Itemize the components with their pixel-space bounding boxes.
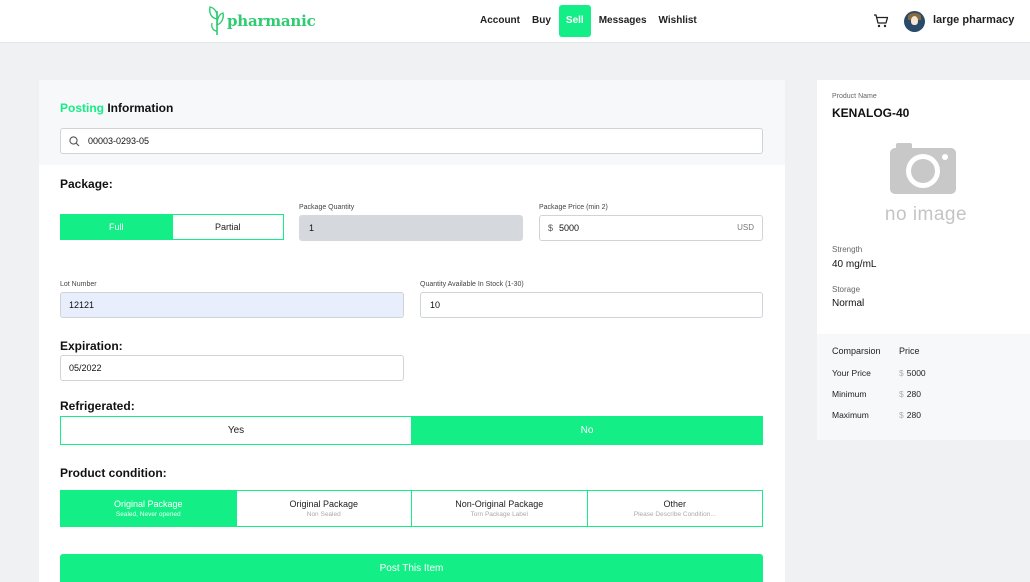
product-search[interactable] [60, 128, 763, 154]
package-type-toggle: Full Partial [60, 214, 284, 240]
expiration-title: Expiration: [60, 339, 123, 353]
refrigerated-toggle: Yes No [60, 416, 763, 445]
stock-quantity-field[interactable] [420, 292, 763, 318]
package-price-field[interactable]: $ USD [539, 215, 763, 241]
condition-title: Product condition: [60, 466, 167, 480]
row-label: Your Price [832, 368, 871, 378]
comparison-header: Comparsion [832, 346, 881, 356]
expiration-field[interactable] [60, 355, 404, 381]
row-label: Maximum [832, 410, 869, 420]
condition-option[interactable]: Non-Original Package Torn Package Label [411, 491, 587, 526]
nav-messages[interactable]: Messages [593, 5, 653, 37]
nav-account[interactable]: Account [474, 5, 526, 37]
product-info: Product Name KENALOG-40 no image Strengt… [817, 80, 1030, 334]
price-suffix: USD [737, 223, 754, 232]
package-partial-option[interactable]: Partial [171, 215, 283, 239]
strength-value: 40 mg/mL [832, 259, 877, 270]
logo[interactable]: pharmanic [208, 5, 316, 37]
price-prefix: $ [548, 223, 554, 233]
storage-label: Storage [832, 285, 861, 294]
price-comparison: Comparsion Price Your Price $5000 Minimu… [817, 334, 1030, 440]
lot-number-input[interactable] [69, 293, 389, 317]
refrigerated-title: Refrigerated: [60, 399, 135, 413]
expiration-input[interactable] [69, 356, 389, 380]
strength-label: Strength [832, 245, 863, 254]
posting-title: Posting Information [60, 101, 174, 115]
package-price-input[interactable] [559, 216, 709, 240]
username[interactable]: large pharmacy [933, 14, 1014, 26]
package-quantity-label: Package Quantity [299, 204, 355, 211]
search-icon [69, 136, 80, 147]
condition-option[interactable]: Other Please Describe Condition... [586, 491, 762, 526]
row-label: Minimum [832, 389, 867, 399]
avatar[interactable] [904, 11, 925, 32]
search-input[interactable] [88, 129, 748, 153]
stock-quantity-label: Quantity Available In Stock (1-30) [420, 281, 524, 288]
no-image-text: no image [884, 204, 968, 225]
nav-wishlist[interactable]: Wishlist [653, 5, 703, 37]
package-quantity-input[interactable] [309, 216, 509, 240]
post-item-button[interactable]: Post This Item [60, 554, 763, 582]
condition-option[interactable]: Original Package Sealed, Never opened [61, 491, 236, 526]
package-price-label: Package Price (min 2) [539, 204, 608, 211]
row-value: $280 [899, 410, 921, 420]
main-nav: Account Buy Sell Messages Wishlist [474, 5, 703, 37]
nav-sell[interactable]: Sell [558, 5, 591, 37]
lot-number-label: Lot Number [60, 281, 97, 288]
lot-number-field[interactable] [60, 292, 404, 318]
posting-form-card: Posting Information Package: Full Partia… [39, 80, 785, 582]
row-value: $280 [899, 389, 921, 399]
refrigerated-yes-option[interactable]: Yes [61, 417, 411, 444]
package-title: Package: [60, 177, 113, 191]
condition-options: Original Package Sealed, Never opened Or… [60, 490, 763, 527]
package-quantity-field[interactable] [299, 215, 523, 241]
price-header: Price [899, 346, 920, 356]
nav-buy[interactable]: Buy [526, 5, 557, 37]
package-full-option[interactable]: Full [61, 215, 172, 239]
top-navbar: pharmanic Account Buy Sell Messages Wish… [0, 0, 1030, 43]
condition-option[interactable]: Original Package Non Sealed [235, 491, 411, 526]
logo-text: pharmanic [227, 12, 316, 30]
product-name: KENALOG-40 [832, 106, 910, 120]
cart-icon[interactable] [873, 13, 889, 29]
stock-quantity-input[interactable] [430, 293, 750, 317]
product-summary-card: Product Name KENALOG-40 no image Strengt… [817, 80, 1030, 440]
row-value: $5000 [899, 368, 926, 378]
refrigerated-no-option[interactable]: No [411, 417, 762, 444]
leaf-logo-icon [209, 6, 224, 35]
product-name-label: Product Name [832, 93, 877, 100]
storage-value: Normal [832, 298, 865, 309]
posting-header: Posting Information [39, 80, 785, 165]
